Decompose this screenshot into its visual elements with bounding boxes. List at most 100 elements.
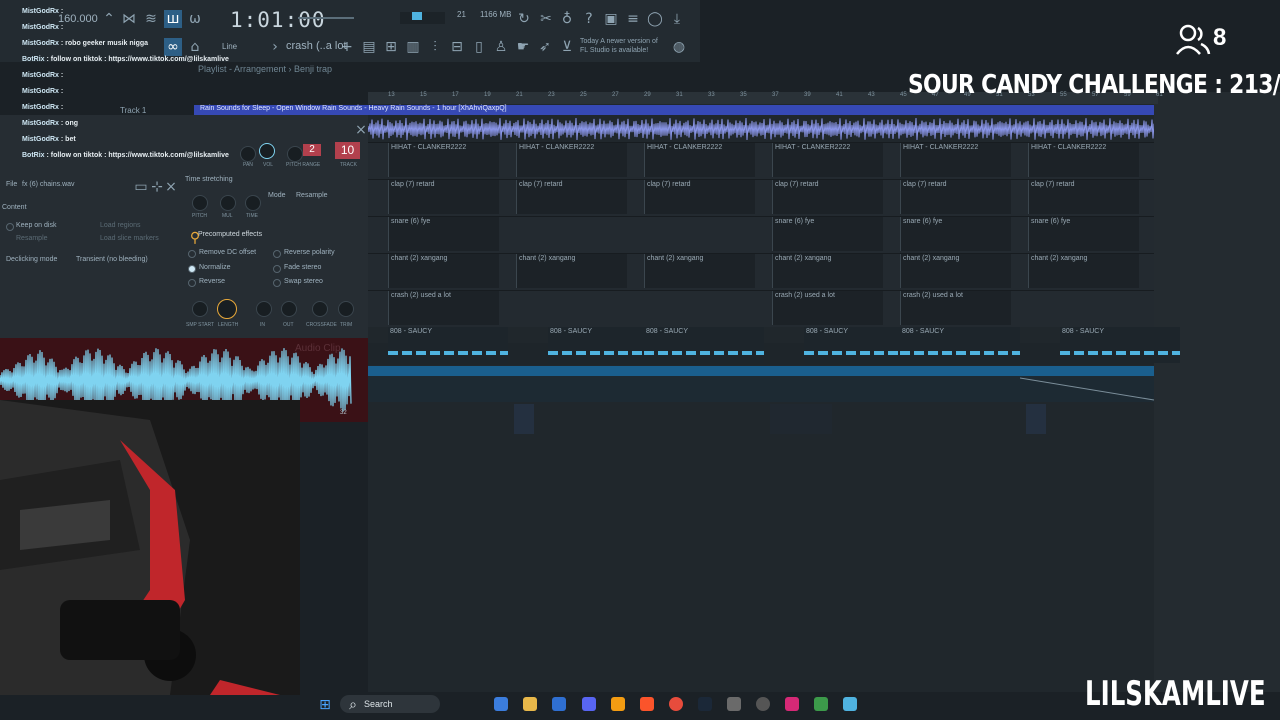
playlist-track-row[interactable]: snare (6) fye snare (6) fye snare (6) fye s… [368, 216, 1154, 253]
pattern-clip[interactable]: chant (2) xangang [388, 254, 499, 288]
mode-select[interactable]: Resample [296, 192, 328, 199]
vol-knob[interactable] [259, 143, 275, 159]
pitch-knob[interactable] [192, 195, 208, 211]
keep-on-disk-radio[interactable] [6, 223, 14, 231]
pattern-clip[interactable]: chant (2) xangang [644, 254, 755, 288]
reverse-polarity-radio[interactable] [273, 250, 281, 258]
copilot-icon[interactable] [494, 697, 508, 711]
bass-clip[interactable]: 808 - SAUCY [388, 327, 508, 363]
pattern-clip[interactable]: crash (2) used a lot [388, 291, 499, 325]
panel-close-icon[interactable]: × [352, 121, 370, 139]
playlist-icon[interactable]: ▤ [360, 38, 378, 56]
declicking-select[interactable]: Transient (no bleeding) [76, 256, 148, 263]
pattern-clip[interactable]: snare (6) fye [388, 217, 499, 251]
pattern-clip[interactable]: snare (6) fye [1028, 217, 1139, 251]
mixer-view-icon[interactable]: ⫶ [426, 38, 444, 56]
pattern-clip[interactable]: crash (2) used a lot [900, 291, 1011, 325]
bass-clip[interactable]: 808 - SAUCY [1060, 327, 1180, 363]
pattern-clip[interactable]: clap (7) retard [644, 180, 755, 214]
pattern-clip[interactable]: HIHAT - CLANKER2222 [644, 143, 755, 177]
trim-knob[interactable] [338, 301, 354, 317]
close-icon[interactable]: × [162, 178, 180, 196]
fl-studio-icon[interactable] [611, 697, 625, 711]
steam-icon[interactable] [698, 697, 712, 711]
app-icon[interactable] [727, 697, 741, 711]
mixer-track-value[interactable]: 10 [335, 142, 360, 159]
recent-files-icon[interactable]: ↻ [515, 10, 533, 28]
pattern-clip[interactable]: clap (7) retard [900, 180, 1011, 214]
pattern-clip[interactable]: clap (7) retard [1028, 180, 1139, 214]
help-icon[interactable]: ? [580, 10, 598, 28]
pattern-clip[interactable]: chant (2) xangang [772, 254, 883, 288]
pattern-clip[interactable]: HIHAT - CLANKER2222 [772, 143, 883, 177]
normalize-radio[interactable] [188, 265, 196, 273]
pattern-clip[interactable]: chant (2) xangang [900, 254, 1011, 288]
save-icon[interactable]: ▣ [602, 10, 620, 28]
4k-downloader-icon[interactable] [756, 697, 770, 711]
touch-icon[interactable]: ☛ [514, 38, 532, 56]
mul-knob[interactable] [220, 195, 236, 211]
cart-icon[interactable]: ⊻ [558, 38, 576, 56]
smp-start-knob[interactable] [192, 301, 208, 317]
pattern-clip[interactable]: HIHAT - CLANKER2222 [900, 143, 1011, 177]
master-volume-slider[interactable] [298, 17, 354, 19]
audio-clip-mini[interactable] [514, 404, 534, 434]
chat-icon[interactable]: ◯ [646, 10, 664, 28]
brave-icon[interactable] [640, 697, 654, 711]
playlist-track-row[interactable]: crash (2) used a lot crash (2) used a lot… [368, 290, 1154, 327]
pattern-clip[interactable]: HIHAT - CLANKER2222 [388, 143, 499, 177]
length-knob[interactable] [217, 299, 237, 319]
pattern-clip[interactable]: snare (6) fye [772, 217, 883, 251]
pattern-selector[interactable]: crash (..a lot [286, 40, 347, 52]
pattern-clip[interactable]: clap (7) retard [388, 180, 499, 214]
store-icon[interactable] [552, 697, 566, 711]
pattern-clip[interactable]: clap (7) retard [772, 180, 883, 214]
playlist-track-row[interactable]: chant (2) xangang chant (2) xangang chant … [368, 253, 1154, 290]
file-explorer-icon[interactable] [523, 697, 537, 711]
playlist-track-row[interactable]: clap (7) retard clap (7) retard clap (7) r… [368, 179, 1154, 216]
plugin-icon[interactable]: ♙ [492, 38, 510, 56]
mixer-icon[interactable]: ≡ [624, 10, 642, 28]
playlist-empty-area[interactable] [1154, 92, 1280, 692]
pattern-clip[interactable]: chant (2) xangang [1028, 254, 1139, 288]
game-app-icon[interactable] [814, 697, 828, 711]
notepad-icon[interactable] [843, 697, 857, 711]
arrow-right-icon[interactable]: › [266, 38, 284, 56]
time-knob[interactable] [245, 195, 261, 211]
pattern-clip[interactable]: HIHAT - CLANKER2222 [516, 143, 627, 177]
swap-stereo-radio[interactable] [273, 279, 281, 287]
bird-icon[interactable]: ➶ [536, 38, 554, 56]
browser-icon[interactable]: ⊟ [448, 38, 466, 56]
piano-roll-icon[interactable]: ⊞ [382, 38, 400, 56]
snap-mode[interactable]: Line [222, 42, 237, 51]
wrench-icon[interactable]: ⚲ [186, 229, 204, 247]
playlist-track-row[interactable]: HIHAT - CLANKER2222 HIHAT - CLANKER2222 HI… [368, 142, 1154, 179]
bass-clip[interactable]: 808 - SAUCY [644, 327, 764, 363]
reverse-radio[interactable] [188, 279, 196, 287]
fade-stereo-radio[interactable] [273, 265, 281, 273]
pitch-range-value[interactable]: 2 [303, 144, 321, 156]
pattern-clip[interactable]: HIHAT - CLANKER2222 [1028, 143, 1139, 177]
download-icon[interactable]: ⤓ [668, 10, 686, 28]
audio-clip-mini[interactable] [770, 404, 832, 434]
file-icon[interactable]: ▯ [470, 38, 488, 56]
opera-gx-icon[interactable] [669, 697, 683, 711]
cut-icon[interactable]: ✂ [537, 10, 555, 28]
pattern-clip[interactable]: crash (2) used a lot [772, 291, 883, 325]
channel-rack-icon[interactable]: ▥ [404, 38, 422, 56]
instagram-icon[interactable] [785, 697, 799, 711]
in-knob[interactable] [256, 301, 272, 317]
discord-icon[interactable] [582, 697, 596, 711]
file-name[interactable]: fx (6) chains.wav [22, 181, 75, 188]
pattern-clip[interactable]: snare (6) fye [900, 217, 1011, 251]
update-notice[interactable]: Today A newer version of FL Studio is av… [580, 37, 680, 55]
windows-start-icon[interactable]: ⊞ [316, 696, 334, 714]
pattern-clip[interactable]: chant (2) xangang [516, 254, 627, 288]
audio-clip-mini[interactable] [1026, 404, 1046, 434]
pan-knob[interactable] [240, 146, 256, 162]
pattern-clip[interactable]: clap (7) retard [516, 180, 627, 214]
out-knob[interactable] [281, 301, 297, 317]
crossfade-knob[interactable] [312, 301, 328, 317]
remove-dc-radio[interactable] [188, 250, 196, 258]
bass-clip[interactable]: 808 - SAUCY [900, 327, 1020, 363]
